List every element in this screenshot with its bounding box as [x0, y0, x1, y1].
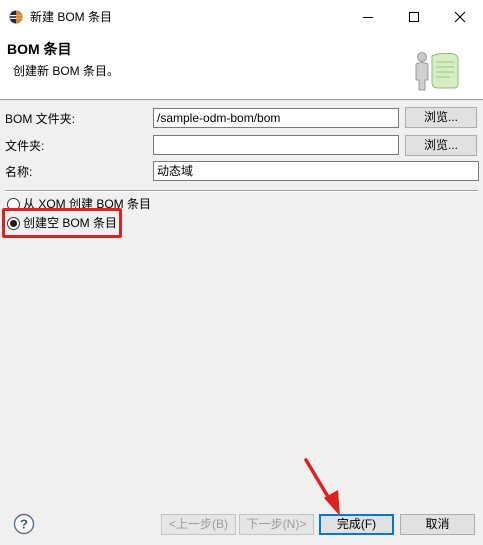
title-bar: 新建 BOM 条目 [0, 0, 483, 34]
help-icon[interactable]: ? [13, 513, 35, 535]
eclipse-icon [9, 10, 23, 24]
maximize-button[interactable] [391, 0, 437, 34]
name-label: 名称: [5, 165, 33, 179]
cancel-button[interactable]: 取消 [400, 514, 475, 535]
folder-label: 文件夹: [5, 139, 45, 153]
folder-browse-button[interactable]: 浏览... [405, 135, 477, 156]
svg-text:?: ? [20, 517, 28, 532]
red-arrow-annotation [304, 458, 340, 516]
finish-button[interactable]: 完成(F) [319, 514, 394, 535]
bom-folder-label: BOM 文件夹: [5, 112, 76, 126]
close-button[interactable] [437, 0, 483, 34]
window-title: 新建 BOM 条目 [30, 10, 113, 24]
header-title: BOM 条目 [7, 41, 72, 57]
header-description: 创建新 BOM 条目。 [13, 64, 120, 78]
back-button[interactable]: <上一步(B) [161, 514, 236, 535]
separator [5, 190, 478, 192]
minimize-button[interactable] [345, 0, 391, 34]
wizard-header: BOM 条目 创建新 BOM 条目。 [0, 34, 483, 100]
close-icon [454, 11, 466, 23]
bom-folder-field[interactable]: /sample-odm-bom/bom [153, 108, 399, 128]
name-field[interactable]: 动态域 [153, 161, 479, 181]
highlight-annotation [2, 208, 122, 238]
next-button[interactable]: 下一步(N)> [239, 514, 314, 535]
maximize-icon [409, 12, 419, 22]
bom-folder-browse-button[interactable]: 浏览... [405, 107, 477, 128]
wizard-banner-icon [415, 52, 459, 91]
minimize-icon [363, 17, 373, 18]
folder-field[interactable] [153, 135, 399, 155]
